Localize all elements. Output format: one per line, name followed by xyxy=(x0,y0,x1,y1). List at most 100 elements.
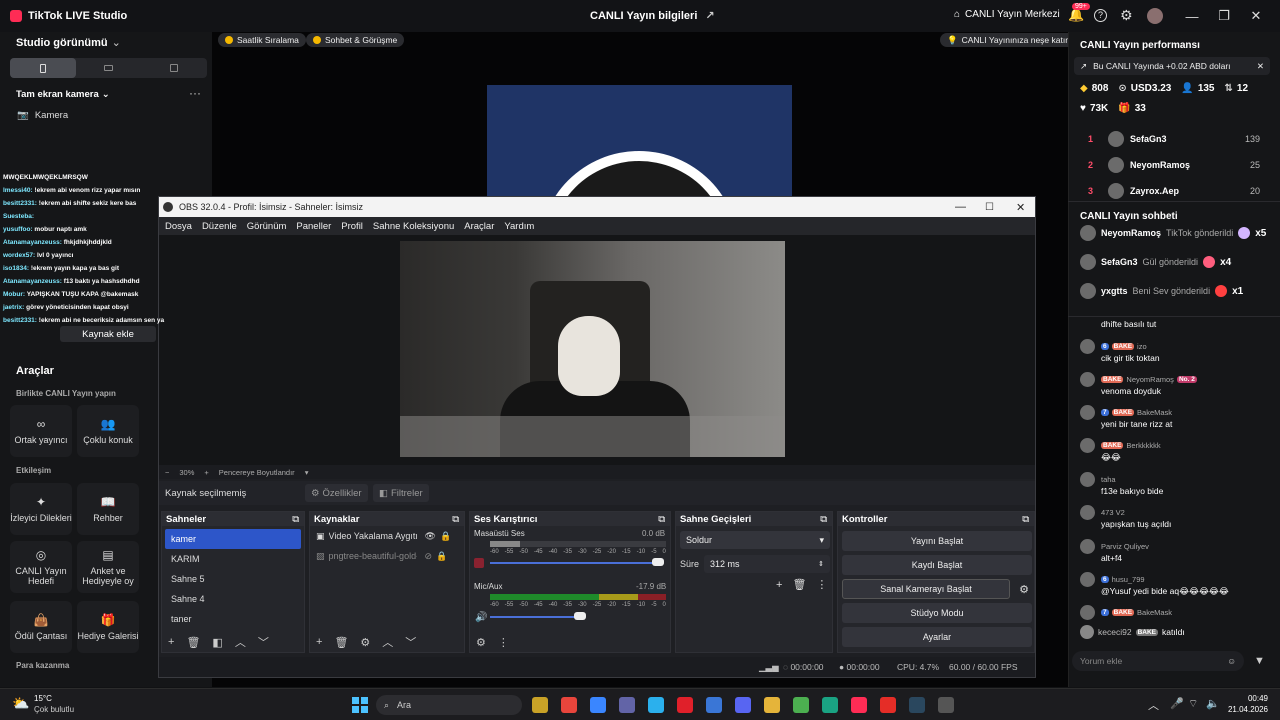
multi-guest-tool[interactable]: 👥 Çoklu konuk xyxy=(77,405,139,457)
viewer-wishes-tool[interactable]: ✦ İzleyici Dilekleri xyxy=(10,483,72,535)
chat-message[interactable]: 6 BAKE izo cik gir tik toktan xyxy=(1080,338,1270,363)
lock-icon[interactable]: 🔒 xyxy=(440,531,451,542)
desktop-volume-slider[interactable] xyxy=(490,562,660,564)
add-source-button[interactable]: Kaynak ekle xyxy=(60,326,156,342)
undock-icon[interactable]: ⧉ xyxy=(452,514,459,525)
opera-icon[interactable] xyxy=(677,697,693,713)
arrow-down-icon[interactable]: ﹀ xyxy=(258,634,269,650)
chat-message[interactable]: BAKE Berkkkkkk 😂😂 xyxy=(1080,437,1270,463)
app-icon[interactable] xyxy=(822,697,838,713)
more-options-icon[interactable]: ··· xyxy=(189,86,201,100)
notification-bell-icon[interactable]: 🔔 99+ xyxy=(1068,3,1090,23)
tray-chevron-icon[interactable]: ︿ xyxy=(1148,697,1159,713)
gift-gallery-tool[interactable]: 🎁 Hediye Galerisi xyxy=(77,601,139,653)
menu-item[interactable]: Yardım xyxy=(504,221,534,232)
close-icon[interactable]: ✕ xyxy=(1257,61,1264,72)
fullscreen-camera-dropdown[interactable]: Tam ekran kamera ⌄ xyxy=(16,89,110,100)
duration-spinbox[interactable]: 312 ms ⇕ xyxy=(704,555,830,573)
settings-button[interactable]: Ayarlar xyxy=(842,627,1032,647)
chat-meet-pill[interactable]: Sohbet & Görüşme xyxy=(306,33,405,47)
minimize-icon[interactable]: — xyxy=(955,201,966,213)
guide-tool[interactable]: 📖 Rehber xyxy=(77,483,139,535)
add-icon[interactable]: + xyxy=(168,636,174,648)
close-icon[interactable]: ✕ xyxy=(1016,201,1025,214)
cohost-tool[interactable]: ∞ Ortak yayıncı xyxy=(10,405,72,457)
ranking-row[interactable]: 2 NeyomRamoş 25 xyxy=(1088,156,1260,174)
comment-input[interactable]: Yorum ekle ☺ xyxy=(1072,651,1244,671)
chat-message[interactable]: BAKE NeyomRamoş No. 2 venoma doyduk xyxy=(1080,371,1270,396)
landscape-tab[interactable] xyxy=(76,58,142,78)
undock-icon[interactable]: ⧉ xyxy=(820,514,827,525)
studio-mode-button[interactable]: Stüdyo Modu xyxy=(842,603,1032,623)
gear-icon[interactable]: ⚙ xyxy=(360,636,370,649)
microphone-icon[interactable]: 🎤 xyxy=(1170,697,1184,710)
properties-button[interactable]: ⚙ Özellikler xyxy=(305,484,368,502)
scene-item[interactable]: KARIM xyxy=(165,549,301,569)
camera-source[interactable]: 📷 Kamera xyxy=(17,110,68,121)
menu-item[interactable]: Paneller xyxy=(296,221,331,232)
more-icon[interactable]: ⋮ xyxy=(816,578,827,591)
steam-icon[interactable] xyxy=(909,697,925,713)
maximize-icon[interactable]: ☐ xyxy=(985,202,994,213)
arrow-down-icon[interactable]: ﹀ xyxy=(405,634,416,650)
teams-icon[interactable] xyxy=(619,697,635,713)
filter-icon[interactable]: ◧ xyxy=(212,636,222,649)
mail-icon[interactable] xyxy=(706,697,722,713)
chat-message[interactable]: Parviz Quliyev alt+f4 xyxy=(1080,538,1270,563)
spin-arrows-icon[interactable]: ⇕ xyxy=(818,560,824,568)
filter-icon[interactable]: ▼ xyxy=(1254,655,1265,667)
close-icon[interactable]: ✕ xyxy=(1240,0,1272,32)
source-item[interactable]: ▨ pngtree-beautiful-gold- ⊘ 🔒 xyxy=(310,546,464,566)
virtual-camera-settings-icon[interactable]: ⚙ xyxy=(1014,580,1034,598)
help-icon[interactable]: ? xyxy=(1094,9,1107,22)
emoji-icon[interactable]: ☺ xyxy=(1227,656,1236,666)
chat-message[interactable]: 7 BAKE BakeMask xyxy=(1080,604,1270,620)
eye-icon[interactable]: 👁 xyxy=(425,531,436,542)
store-icon[interactable] xyxy=(590,697,606,713)
scene-item[interactable]: Sahne 4 xyxy=(165,589,301,609)
menu-item[interactable]: Profil xyxy=(341,221,363,232)
start-virtual-camera-button[interactable]: Sanal Kamerayı Başlat xyxy=(842,579,1010,599)
portrait-tab[interactable] xyxy=(10,58,76,78)
trash-icon[interactable]: 🗑 xyxy=(334,636,348,649)
mic-volume-handle[interactable] xyxy=(574,612,586,620)
mic-volume-slider[interactable] xyxy=(490,616,580,618)
weather-icon[interactable]: ⛅ xyxy=(12,695,29,712)
minimize-icon[interactable]: — xyxy=(1176,0,1208,32)
ranking-row[interactable]: 1 SefaGn3 139 xyxy=(1088,130,1260,148)
profile-avatar[interactable] xyxy=(1147,8,1163,24)
scene-item[interactable]: Sahne 5 xyxy=(165,569,301,589)
menu-item[interactable]: Görünüm xyxy=(247,221,287,232)
undock-icon[interactable]: ⧉ xyxy=(658,514,665,525)
studio-view-dropdown[interactable]: Studio görünümü ⌄ xyxy=(16,36,121,50)
chat-message[interactable]: dhifte basılı tut xyxy=(1080,318,1270,329)
undock-icon[interactable]: ⧉ xyxy=(1022,514,1029,525)
file-explorer-icon[interactable] xyxy=(532,697,548,713)
taskbar-search[interactable]: ⌕ Ara xyxy=(376,695,522,715)
chat-message[interactable]: taha f13e bakıyo bide xyxy=(1080,471,1270,496)
chat-message[interactable]: 7 BAKE BakeMask yeni bir tane rizz at xyxy=(1080,404,1270,429)
live-center-button[interactable]: ⌂ CANLI Yayın Merkezi xyxy=(954,9,1060,20)
menu-item[interactable]: Düzenle xyxy=(202,221,237,232)
menu-item[interactable]: Dosya xyxy=(165,221,192,232)
add-icon[interactable]: + xyxy=(316,636,322,648)
start-streaming-button[interactable]: Yayını Başlat xyxy=(842,531,1032,551)
trash-icon[interactable]: 🗑 xyxy=(186,636,200,649)
zoom-out-icon[interactable]: − xyxy=(165,468,169,477)
filters-button[interactable]: ◧ Filtreler xyxy=(373,484,429,502)
menu-item[interactable]: Sahne Koleksiyonu xyxy=(373,221,454,232)
start-recording-button[interactable]: Kaydı Başlat xyxy=(842,555,1032,575)
tiktok-icon[interactable] xyxy=(851,697,867,713)
transition-select[interactable]: Soldur ▾ xyxy=(680,531,830,549)
volume-icon[interactable]: 🔈 xyxy=(1206,697,1220,710)
discord-icon[interactable] xyxy=(735,697,751,713)
chrome-icon[interactable] xyxy=(561,697,577,713)
lock-icon[interactable]: 🔒 xyxy=(436,551,447,562)
add-joy-pill[interactable]: 💡 CANLI Yayınınıza neşe katın xyxy=(940,33,1077,47)
live-info-title[interactable]: CANLI Yayın bilgileri ↗ xyxy=(590,9,715,23)
network-icon[interactable]: ⌔ xyxy=(1188,697,1198,711)
speaker-icon[interactable]: 🔊 xyxy=(475,612,487,623)
advanced-audio-icon[interactable]: ⚙ xyxy=(476,636,486,649)
scene-item[interactable]: kamer xyxy=(165,529,301,549)
folder-icon[interactable] xyxy=(764,697,780,713)
